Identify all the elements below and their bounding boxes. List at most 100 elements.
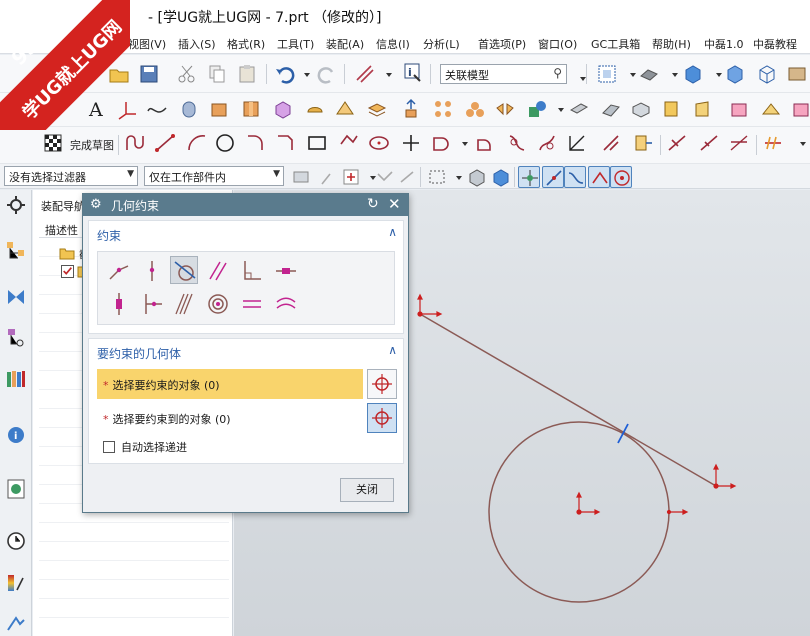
horizontal-icon[interactable] <box>272 257 300 285</box>
finish-sketch-icon[interactable] <box>42 132 64 154</box>
collinear-icon[interactable] <box>170 290 198 318</box>
menu-gc-toolbox[interactable]: GC工具箱 <box>591 36 640 52</box>
point-icon[interactable] <box>400 132 422 154</box>
related-model-search[interactable]: 关联模型 ⚲ <box>440 64 567 84</box>
filter-settings-icon[interactable] <box>290 166 312 188</box>
point-dropdown-icon[interactable] <box>362 166 376 188</box>
finish-sketch-label[interactable]: 完成草图 <box>70 137 114 153</box>
wireframe-cube-icon[interactable] <box>756 63 778 85</box>
auto-advance-checkbox[interactable] <box>103 441 115 453</box>
sketch-line[interactable] <box>419 313 717 487</box>
hd3d-tools-icon[interactable]: i <box>5 424 27 446</box>
save-icon[interactable] <box>138 63 160 85</box>
chevron-up-icon[interactable]: ∧ <box>388 343 397 357</box>
ellipse-icon[interactable] <box>368 132 390 154</box>
assembly-icon[interactable] <box>526 98 548 120</box>
trim-body-icon[interactable] <box>728 98 750 120</box>
revolve-icon[interactable] <box>240 98 262 120</box>
layers-icon[interactable] <box>366 98 388 120</box>
chevron-up-icon[interactable]: ∧ <box>388 225 397 239</box>
snap-point-icon[interactable] <box>318 166 340 188</box>
history-clock-icon[interactable] <box>5 530 27 552</box>
split-body-icon[interactable] <box>760 98 782 120</box>
info-query-icon[interactable]: i <box>402 61 424 83</box>
cut-icon[interactable] <box>176 63 198 85</box>
intent-icon[interactable] <box>374 166 396 188</box>
snap-midpoint-icon[interactable] <box>542 166 564 188</box>
equal-radius-icon[interactable] <box>272 290 300 318</box>
part-navigator-icon[interactable] <box>5 326 27 348</box>
menu-insert[interactable]: 插入(S) <box>178 36 216 52</box>
alternate-solution-icon[interactable] <box>762 132 784 154</box>
line-icon[interactable] <box>154 132 176 154</box>
midpoint-icon[interactable] <box>138 290 166 318</box>
vertical-icon[interactable] <box>105 290 133 318</box>
settings-gear-icon[interactable] <box>5 194 27 216</box>
shaded-dropdown-icon[interactable] <box>708 63 722 85</box>
constraint-navigator-icon[interactable] <box>5 286 27 308</box>
search-icon[interactable]: ⚲ <box>553 66 562 80</box>
pattern-icon[interactable] <box>432 98 454 120</box>
select-object-button[interactable] <box>367 369 397 399</box>
reuse-library-icon[interactable] <box>5 368 27 390</box>
select-body-icon[interactable] <box>490 166 512 188</box>
menu-window[interactable]: 窗口(O) <box>538 36 577 52</box>
draft-icon[interactable] <box>692 98 714 120</box>
point-on-curve-icon[interactable] <box>138 257 166 285</box>
menu-format[interactable]: 格式(R) <box>227 36 265 52</box>
offset-face-icon[interactable] <box>660 98 682 120</box>
pattern-curve-icon[interactable] <box>474 132 496 154</box>
chamfer-icon[interactable] <box>568 98 590 120</box>
make-corner-icon[interactable] <box>566 132 588 154</box>
blend-icon[interactable] <box>304 98 326 120</box>
perpendicular-icon[interactable] <box>238 257 266 285</box>
menu-info[interactable]: 信息(I) <box>376 36 410 52</box>
chamfer-sketch-icon[interactable] <box>274 132 296 154</box>
assembly-dropdown-icon[interactable] <box>550 98 564 120</box>
dialog-header[interactable]: ⚙ 几何约束 ↻ ✕ <box>83 194 408 216</box>
offset-dropdown-icon[interactable] <box>454 132 468 154</box>
snap-intersection-icon[interactable] <box>588 166 610 188</box>
reset-icon[interactable]: ↻ <box>367 196 379 212</box>
paste-icon[interactable] <box>236 63 258 85</box>
undo-icon[interactable] <box>274 63 296 85</box>
search-dropdown-icon[interactable] <box>572 63 586 85</box>
close-icon[interactable]: ✕ <box>388 195 401 213</box>
menu-assembly[interactable]: 装配(A) <box>326 36 364 52</box>
block-icon[interactable] <box>786 63 808 85</box>
geometric-constraint-icon[interactable] <box>666 132 688 154</box>
spline-icon[interactable] <box>146 98 168 120</box>
shell-icon[interactable] <box>630 98 652 120</box>
selection-scope-select[interactable]: 仅在工作部件内 ▼ <box>144 166 284 186</box>
render-cube-icon[interactable] <box>724 63 746 85</box>
menu-view[interactable]: 视图(V) <box>128 36 166 52</box>
auto-constrain-icon[interactable] <box>728 132 750 154</box>
redo-icon[interactable] <box>316 63 338 85</box>
snap-curve-icon[interactable] <box>564 166 586 188</box>
mirror-icon[interactable] <box>494 98 516 120</box>
rectangle-select-icon[interactable] <box>426 166 448 188</box>
equal-length-icon[interactable] <box>238 290 266 318</box>
constraints-section-title[interactable]: 约束 <box>97 227 121 244</box>
copy-icon[interactable] <box>206 63 228 85</box>
close-button[interactable]: 关闭 <box>340 478 394 502</box>
type-filter-select[interactable]: 没有选择过滤器 ▼ <box>4 166 138 186</box>
undo-dropdown-icon[interactable] <box>296 63 310 85</box>
menu-tools[interactable]: 工具(T) <box>277 36 314 52</box>
select-target-button[interactable] <box>367 403 397 433</box>
menu-preferences[interactable]: 首选项(P) <box>478 36 526 52</box>
web-browser-icon[interactable] <box>5 478 27 500</box>
cylinder-icon[interactable] <box>178 98 200 120</box>
sew-icon[interactable] <box>790 98 810 120</box>
menu-zhonglei[interactable]: 中磊1.0 <box>704 36 744 52</box>
menu-zhonglei-tutorial[interactable]: 中磊教程 <box>753 36 797 52</box>
extrude-icon[interactable] <box>208 98 230 120</box>
fit-view-icon[interactable] <box>596 63 618 85</box>
snap-center-icon[interactable] <box>610 166 632 188</box>
polygon-icon[interactable] <box>338 132 360 154</box>
surface-icon[interactable] <box>334 98 356 120</box>
box-icon[interactable] <box>272 98 294 120</box>
part-checkbox[interactable] <box>61 265 74 278</box>
parallel-icon[interactable] <box>204 257 232 285</box>
offset-curve-icon[interactable] <box>430 132 452 154</box>
